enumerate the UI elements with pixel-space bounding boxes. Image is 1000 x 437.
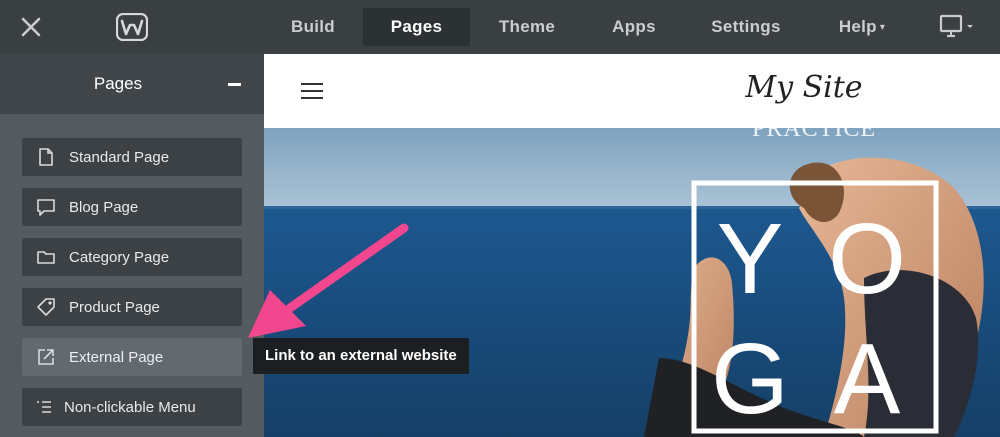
add-product-page-button[interactable]: Product Page [22,288,242,326]
add-external-page-button[interactable]: External Page [22,338,242,376]
hero-subtitle: PRACTICE [751,116,876,142]
yoga-letter-y: Y [717,203,784,315]
sidebar-item-label: Product Page [69,298,160,316]
hamburger-menu-icon[interactable] [300,82,324,100]
pages-sidebar: Pages Standard Page Blog Page Category P… [0,54,264,437]
nav-theme[interactable]: Theme [490,8,564,46]
sidebar-item-label: Category Page [69,248,170,266]
site-preview[interactable]: My Site Y O G A PRACTICE [264,54,1000,437]
nav-help[interactable]: Help ▾ [828,8,896,46]
nav-pages[interactable]: Pages [363,8,470,46]
sidebar-item-label: Blog Page [69,198,139,216]
external-link-icon [38,349,54,365]
desktop-monitor-icon[interactable] [938,13,978,41]
yoga-letter-g: G [711,323,789,435]
yoga-letter-o: O [828,203,906,315]
close-icon[interactable] [20,16,42,38]
minus-icon[interactable] [228,83,241,86]
sidebar-item-label: Non-clickable Menu [64,398,196,416]
document-icon [39,148,53,166]
sidebar-title: Pages [93,74,143,93]
sidebar-item-label: Standard Page [69,148,170,166]
speech-bubble-icon [37,199,55,216]
site-header: My Site [264,54,1000,128]
add-category-page-button[interactable]: Category Page [22,238,242,276]
chevron-down-icon: ▾ [879,22,886,33]
nav-settings[interactable]: Settings [703,8,789,46]
nav-apps[interactable]: Apps [603,8,665,46]
hero-image[interactable]: Y O G A [264,128,1000,437]
yoga-letter-a: A [834,323,901,435]
folder-icon [37,251,55,264]
weebly-logo[interactable] [116,13,148,41]
tag-icon [37,298,55,316]
menu-list-icon [37,401,51,413]
add-non-clickable-menu-button[interactable]: Non-clickable Menu [22,388,242,426]
nav-help-label: Help [838,17,877,36]
add-blog-page-button[interactable]: Blog Page [22,188,242,226]
top-toolbar: Build Pages Theme Apps Settings Help ▾ [0,0,1000,54]
sidebar-header: Pages [0,54,264,114]
sidebar-item-label: External Page [69,348,164,366]
external-page-tooltip: Link to an external website [253,338,469,374]
add-standard-page-button[interactable]: Standard Page [22,138,242,176]
site-title[interactable]: My Site [724,70,884,105]
nav-build[interactable]: Build [278,8,348,46]
